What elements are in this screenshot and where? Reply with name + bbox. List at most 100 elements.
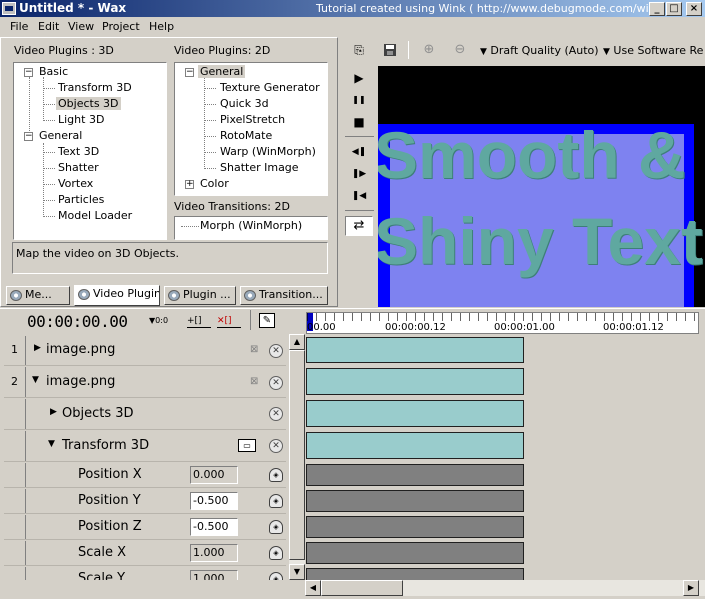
mute-icon[interactable]: ⊠ — [250, 344, 258, 355]
transport-controls: ▶ ❚❚ ■ ◀❚ ❚▶ ❚◀ ⇄ — [343, 66, 376, 306]
remove-plugin-icon[interactable]: ✕ — [269, 439, 283, 453]
plugin-clip[interactable] — [306, 400, 524, 427]
expand-color-toggle[interactable]: + — [185, 180, 194, 189]
expand-track-icon[interactable]: ▶ — [34, 343, 41, 353]
plugins2d-tree: − General Texture Generator Quick 3d Pix… — [174, 62, 328, 196]
param-value-field[interactable]: -0.500 — [190, 518, 238, 536]
track-clip[interactable] — [306, 368, 524, 395]
plugin-quick-3d[interactable]: Quick 3d — [220, 97, 269, 110]
quality-dropdown[interactable]: ▼ Draft Quality (Auto) — [480, 44, 599, 57]
mute-icon[interactable]: ⊠ — [250, 376, 258, 387]
tab-video-plugins[interactable]: Video Plugins — [74, 285, 160, 306]
scroll-left-icon[interactable]: ◀ — [305, 580, 321, 596]
plugin-model-loader[interactable]: Model Loader — [58, 209, 132, 222]
play-button[interactable]: ▶ — [349, 68, 369, 88]
hscroll-thumb[interactable] — [321, 580, 403, 596]
menu-view[interactable]: View — [68, 20, 94, 33]
tree-group-general[interactable]: General — [39, 129, 82, 142]
ruler-label-3: 00:00:01.12 — [603, 322, 664, 333]
insert-keyframe-icon[interactable]: +[] — [187, 314, 211, 328]
plugin-warp-winmorph[interactable]: Warp (WinMorph) — [220, 145, 316, 158]
plugin-clip[interactable] — [306, 432, 524, 459]
collapse-track-icon[interactable]: ▼ — [32, 375, 39, 385]
track-row[interactable]: 1 ▶ image.png ⊠ ✕ — [4, 336, 286, 366]
maximize-button[interactable]: □ — [666, 2, 682, 16]
zoom-out-icon[interactable]: ⊖ — [450, 40, 470, 60]
param-value-field[interactable]: 1.000 — [190, 570, 238, 580]
collapse-general-toggle[interactable]: − — [24, 132, 33, 141]
collapse-plugin-icon[interactable]: ▼ — [48, 439, 55, 449]
timeline-hscrollbar[interactable]: ◀ ▶ — [305, 580, 705, 596]
collapse-basic-toggle[interactable]: − — [24, 68, 33, 77]
minimize-button[interactable]: _ — [649, 2, 665, 16]
tree-group-basic[interactable]: Basic — [39, 65, 68, 78]
tab-plugin[interactable]: Plugin ... — [164, 286, 236, 305]
param-value-field[interactable]: 1.000 — [190, 544, 238, 562]
transition-morph-winmorph[interactable]: Morph (WinMorph) — [200, 219, 302, 232]
tree-2d-group-general[interactable]: General — [198, 65, 246, 78]
keyframe-toggle-icon[interactable]: ◈ — [269, 468, 283, 482]
snap-dropdown[interactable]: ▼0:0 — [149, 316, 168, 325]
plugin-particles[interactable]: Particles — [58, 193, 104, 206]
go-to-start-button[interactable]: ❚◀ — [349, 186, 369, 206]
close-button[interactable]: × — [686, 2, 702, 16]
tree-2d-group-color[interactable]: Color — [200, 177, 229, 190]
plugin-shatter[interactable]: Shatter — [58, 161, 99, 174]
keyframe-toggle-icon[interactable]: ◈ — [269, 494, 283, 508]
scroll-thumb[interactable] — [289, 350, 305, 560]
plugin-pixelstretch[interactable]: PixelStretch — [220, 113, 285, 126]
param-value-field[interactable]: -0.500 — [190, 492, 238, 510]
param-clip[interactable] — [306, 490, 524, 512]
preview-text-line1: Smooth & — [378, 118, 686, 192]
tab-transitions[interactable]: Transition... — [240, 286, 328, 305]
plugin-vortex[interactable]: Vortex — [58, 177, 93, 190]
tab-transitions-label: Transition... — [259, 288, 323, 301]
edit-properties-icon[interactable]: ✎ — [259, 313, 275, 328]
track-row[interactable]: 2 ▼ image.png ⊠ ✕ — [4, 367, 286, 398]
loop-toggle[interactable]: ⇄ — [345, 216, 373, 236]
scroll-down-icon[interactable]: ▼ — [289, 564, 305, 580]
plugin-objects-3d[interactable]: Objects 3D — [56, 97, 121, 110]
param-clip[interactable] — [306, 542, 524, 564]
save-icon[interactable] — [380, 40, 400, 60]
menu-file[interactable]: File — [10, 20, 28, 33]
plugin-row[interactable]: ▶ Objects 3D ✕ — [4, 399, 286, 430]
plugin-settings-icon[interactable]: ▭ — [238, 439, 256, 452]
plugin-row[interactable]: ▼ Transform 3D ▭ ✕ — [4, 431, 286, 462]
param-clip[interactable] — [306, 464, 524, 486]
plugin-texture-generator[interactable]: Texture Generator — [220, 81, 320, 94]
timeline-ruler[interactable]: 00.00 00:00:00.12 00:00:01.00 00:00:01.1… — [306, 312, 699, 334]
remove-plugin-icon[interactable]: ✕ — [269, 407, 283, 421]
pause-button[interactable]: ❚❚ — [349, 90, 369, 110]
remove-track-icon[interactable]: ✕ — [269, 376, 283, 390]
plugin-rotomate[interactable]: RotoMate — [220, 129, 272, 142]
collapse-2d-general-toggle[interactable]: − — [185, 68, 194, 77]
scroll-up-icon[interactable]: ▲ — [289, 334, 305, 350]
param-value-field[interactable]: 0.000 — [190, 466, 238, 484]
next-frame-button[interactable]: ❚▶ — [349, 164, 369, 184]
plugin-shatter-image[interactable]: Shatter Image — [220, 161, 299, 174]
menu-help[interactable]: Help — [149, 20, 174, 33]
previous-frame-button[interactable]: ◀❚ — [349, 142, 369, 162]
keyframe-toggle-icon[interactable]: ◈ — [269, 572, 283, 580]
param-clip[interactable] — [306, 568, 524, 580]
menu-project[interactable]: Project — [102, 20, 140, 33]
stop-button[interactable]: ■ — [349, 112, 369, 132]
keyframe-toggle-icon[interactable]: ◈ — [269, 546, 283, 560]
tab-media[interactable]: Me... — [6, 286, 70, 305]
plugin-light-3d[interactable]: Light 3D — [58, 113, 104, 126]
delete-keyframe-icon[interactable]: ✕[] — [217, 314, 241, 328]
zoom-in-icon[interactable]: ⊕ — [419, 40, 439, 60]
scroll-right-icon[interactable]: ▶ — [683, 580, 699, 596]
expand-plugin-icon[interactable]: ▶ — [50, 407, 57, 417]
plugin-text-3d[interactable]: Text 3D — [58, 145, 99, 158]
track-clip[interactable] — [306, 337, 524, 363]
copy-icon[interactable]: ⎘ — [349, 40, 369, 60]
keyframe-toggle-icon[interactable]: ◈ — [269, 520, 283, 534]
plugin-transform-3d[interactable]: Transform 3D — [58, 81, 132, 94]
renderer-dropdown[interactable]: ▼ Use Software Re — [603, 44, 703, 57]
menu-edit[interactable]: Edit — [38, 20, 59, 33]
remove-track-icon[interactable]: ✕ — [269, 344, 283, 358]
track-list-scrollbar[interactable]: ▲ ▼ — [289, 334, 305, 580]
param-clip[interactable] — [306, 516, 524, 538]
